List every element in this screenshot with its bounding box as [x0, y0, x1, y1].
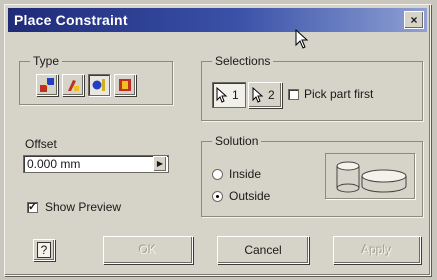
close-icon: × [410, 13, 418, 27]
place-constraint-dialog: Place Constraint × Type Selections 1 2 P… [4, 4, 431, 276]
inside-radio[interactable] [212, 169, 223, 180]
ok-button[interactable]: OK [103, 236, 193, 264]
mate-constraint-icon [40, 78, 54, 92]
offset-label: Offset [25, 137, 57, 151]
selection-2-label: 2 [268, 88, 275, 102]
apply-button[interactable]: Apply [333, 236, 421, 264]
select-arrow-icon [252, 87, 264, 103]
dialog-title: Place Constraint [14, 12, 128, 28]
radio-selected-dot [216, 195, 219, 198]
tangent-constraint-button[interactable] [88, 74, 110, 96]
selection-1-button[interactable]: 1 [212, 82, 246, 108]
type-group: Type [19, 54, 173, 105]
checkmark-icon: ✓ [28, 201, 38, 213]
type-group-label: Type [30, 54, 63, 68]
mouse-pointer-icon [295, 29, 309, 49]
offset-input[interactable]: 0.000 mm [23, 155, 169, 173]
cylinders-icon [336, 161, 407, 193]
insert-constraint-icon [119, 79, 131, 91]
selections-group: Selections 1 2 Pick part first [201, 54, 423, 121]
help-icon: ? [37, 242, 51, 258]
solution-preview-image [325, 153, 415, 199]
pick-part-first-checkbox[interactable] [288, 89, 299, 100]
mate-constraint-button[interactable] [36, 74, 58, 96]
select-arrow-icon [216, 87, 228, 103]
outside-radio[interactable] [212, 191, 223, 202]
insert-constraint-button[interactable] [114, 74, 136, 96]
selection-1-label: 1 [232, 88, 239, 102]
angle-constraint-button[interactable] [62, 74, 84, 96]
cancel-button[interactable]: Cancel [217, 236, 309, 264]
arrow-right-icon: ▶ [156, 159, 164, 168]
solution-group-label: Solution [212, 134, 262, 148]
outside-label: Outside [229, 189, 271, 203]
tangent-constraint-icon [92, 79, 105, 91]
pick-part-first-label: Pick part first [304, 87, 374, 101]
inside-label: Inside [229, 167, 262, 181]
selection-2-button[interactable]: 2 [248, 82, 282, 108]
close-button[interactable]: × [404, 11, 424, 29]
angle-constraint-icon [68, 80, 79, 91]
show-preview-label: Show Preview [45, 200, 122, 214]
help-button[interactable]: ? [33, 239, 55, 261]
show-preview-checkbox[interactable]: ✓ [27, 201, 38, 213]
offset-dropdown-button[interactable]: ▶ [153, 156, 167, 172]
title-bar[interactable]: Place Constraint × [8, 8, 427, 32]
selections-group-label: Selections [212, 54, 274, 68]
